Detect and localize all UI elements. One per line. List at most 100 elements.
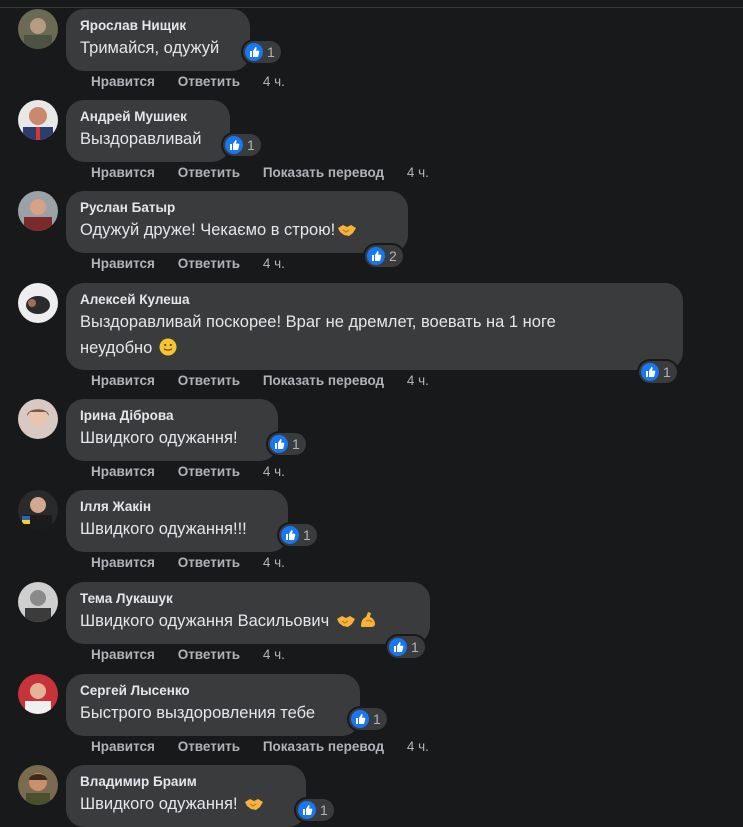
comment-author[interactable]: Алексей Кулеша xyxy=(80,291,669,309)
like-thumb-icon xyxy=(298,801,316,819)
comment-timestamp[interactable]: 4 ч. xyxy=(263,74,285,89)
reply-button[interactable]: Ответить xyxy=(178,373,240,388)
show-translation-button[interactable]: Показать перевод xyxy=(263,373,384,388)
reaction-count[interactable]: 1 xyxy=(223,134,261,156)
comment-actions: Нравится Ответить 4 ч. xyxy=(91,647,304,662)
comment-author[interactable]: Андрей Мушиек xyxy=(80,108,216,126)
comment-text: Одужуй друже! Чекаємо в строю! xyxy=(80,217,394,246)
handshake-emoji-icon xyxy=(336,611,356,637)
like-thumb-icon xyxy=(389,638,407,656)
show-translation-button[interactable]: Показать перевод xyxy=(263,739,384,754)
reply-button[interactable]: Ответить xyxy=(178,555,240,570)
comment-text: Швидкого одужання! xyxy=(80,429,238,447)
like-button[interactable]: Нравится xyxy=(91,74,155,89)
comment-bubble: Алексей Кулеша Выздоравливай поскорее! В… xyxy=(66,283,683,370)
comment-actions: Нравится Ответить 4 ч. xyxy=(91,74,304,89)
like-thumb-icon xyxy=(367,247,385,265)
comment-timestamp[interactable]: 4 ч. xyxy=(263,555,285,570)
comment-actions: Нравится Ответить Показать перевод 4 ч. xyxy=(91,373,448,388)
reaction-count-value: 1 xyxy=(320,802,328,818)
avatar[interactable] xyxy=(18,582,58,622)
comment-text-line2: неудобно xyxy=(80,335,669,364)
comment-bubble: Ярослав Нищик Тримайся, одужуй xyxy=(66,9,250,71)
reaction-count-value: 1 xyxy=(373,711,381,727)
like-thumb-icon xyxy=(351,710,369,728)
comment-actions: Нравится Ответить 4 ч. xyxy=(91,555,304,570)
comment-text: Выздоравливай поскорее! Враг не дремлет,… xyxy=(80,313,556,331)
like-button[interactable]: Нравится xyxy=(91,647,155,662)
reply-button[interactable]: Ответить xyxy=(178,256,240,271)
like-button[interactable]: Нравится xyxy=(91,165,155,180)
comment-author[interactable]: Тема Лукашук xyxy=(80,590,416,608)
comment-text: Швидкого одужання!!! xyxy=(80,520,247,538)
comment-bubble: Сергей Лысенко Быстрого выздоровления те… xyxy=(66,674,360,736)
avatar[interactable] xyxy=(18,490,58,530)
comment-timestamp[interactable]: 4 ч. xyxy=(407,373,429,388)
avatar[interactable] xyxy=(18,399,58,439)
comment-timestamp[interactable]: 4 ч. xyxy=(263,256,285,271)
like-button[interactable]: Нравится xyxy=(91,739,155,754)
comment-actions: Нравится Ответить 4 ч. xyxy=(91,464,304,479)
comment-text-content: Швидкого одужання Васильович xyxy=(80,612,330,630)
comment-text-content: Одужуй друже! Чекаємо в строю! xyxy=(80,221,336,239)
reaction-count-value: 1 xyxy=(267,44,275,60)
comment-author[interactable]: Ірина Діброва xyxy=(80,407,264,425)
reaction-count-value: 1 xyxy=(411,639,419,655)
comment-text-content: неудобно xyxy=(80,339,153,357)
like-button[interactable]: Нравится xyxy=(91,256,155,271)
like-thumb-icon xyxy=(245,43,263,61)
comment-timestamp[interactable]: 4 ч. xyxy=(263,464,285,479)
avatar[interactable] xyxy=(18,674,58,714)
comment-author[interactable]: Сергей Лысенко xyxy=(80,682,346,700)
reaction-count-value: 1 xyxy=(303,527,311,543)
avatar[interactable] xyxy=(18,765,58,805)
comment-actions: Нравится Ответить 4 ч. xyxy=(91,256,304,271)
show-translation-button[interactable]: Показать перевод xyxy=(263,165,384,180)
comment-text: Быстрого выздоровления тебе xyxy=(80,704,316,722)
reaction-count[interactable]: 1 xyxy=(387,636,425,658)
reaction-count[interactable]: 1 xyxy=(268,433,306,455)
comment-bubble: Андрей Мушиек Выздоравливай xyxy=(66,100,230,162)
like-button[interactable]: Нравится xyxy=(91,555,155,570)
reply-button[interactable]: Ответить xyxy=(178,647,240,662)
avatar[interactable] xyxy=(18,9,58,49)
comment-bubble: Руслан Батыр Одужуй друже! Чекаємо в стр… xyxy=(66,191,408,253)
reply-button[interactable]: Ответить xyxy=(178,165,240,180)
reaction-count[interactable]: 2 xyxy=(365,245,403,267)
like-thumb-icon xyxy=(225,136,243,154)
reply-button[interactable]: Ответить xyxy=(178,74,240,89)
like-thumb-icon xyxy=(641,363,659,381)
reaction-count-value: 1 xyxy=(247,137,255,153)
comment-bubble: Тема Лукашук Швидкого одужання Васильови… xyxy=(66,582,430,644)
like-thumb-icon xyxy=(270,435,288,453)
reaction-count[interactable]: 1 xyxy=(243,41,281,63)
comment-text: Тримайся, одужуй xyxy=(80,39,220,57)
reaction-count[interactable]: 1 xyxy=(296,799,334,821)
comment-timestamp[interactable]: 4 ч. xyxy=(407,739,429,754)
comment-bubble: Ілля Жакін Швидкого одужання!!! xyxy=(66,490,288,552)
comment-actions: Нравится Ответить Показать перевод 4 ч. xyxy=(91,165,448,180)
comment-bubble: Ірина Діброва Швидкого одужання! xyxy=(66,399,278,461)
avatar[interactable] xyxy=(18,100,58,140)
comment-timestamp[interactable]: 4 ч. xyxy=(263,647,285,662)
avatar[interactable] xyxy=(18,191,58,231)
reaction-count[interactable]: 1 xyxy=(279,524,317,546)
comment-text: Швидкого одужання Васильович xyxy=(80,608,416,637)
reaction-count[interactable]: 1 xyxy=(639,361,677,383)
like-button[interactable]: Нравится xyxy=(91,373,155,388)
reply-button[interactable]: Ответить xyxy=(178,464,240,479)
comment-timestamp[interactable]: 4 ч. xyxy=(407,165,429,180)
avatar[interactable] xyxy=(18,283,58,323)
comment-author[interactable]: Ілля Жакін xyxy=(80,498,274,516)
comment-author[interactable]: Руслан Батыр xyxy=(80,199,394,217)
reaction-count-value: 1 xyxy=(663,364,671,380)
flexed-biceps-emoji-icon xyxy=(358,609,378,637)
reaction-count[interactable]: 1 xyxy=(349,708,387,730)
reply-button[interactable]: Ответить xyxy=(178,739,240,754)
comment-actions: Нравится Ответить Показать перевод 4 ч. xyxy=(91,739,448,754)
reaction-count-value: 2 xyxy=(389,248,397,264)
handshake-emoji-icon xyxy=(337,220,357,246)
comment-author[interactable]: Ярослав Нищик xyxy=(80,17,236,35)
comment-author[interactable]: Владимир Браим xyxy=(80,773,292,791)
like-button[interactable]: Нравится xyxy=(91,464,155,479)
